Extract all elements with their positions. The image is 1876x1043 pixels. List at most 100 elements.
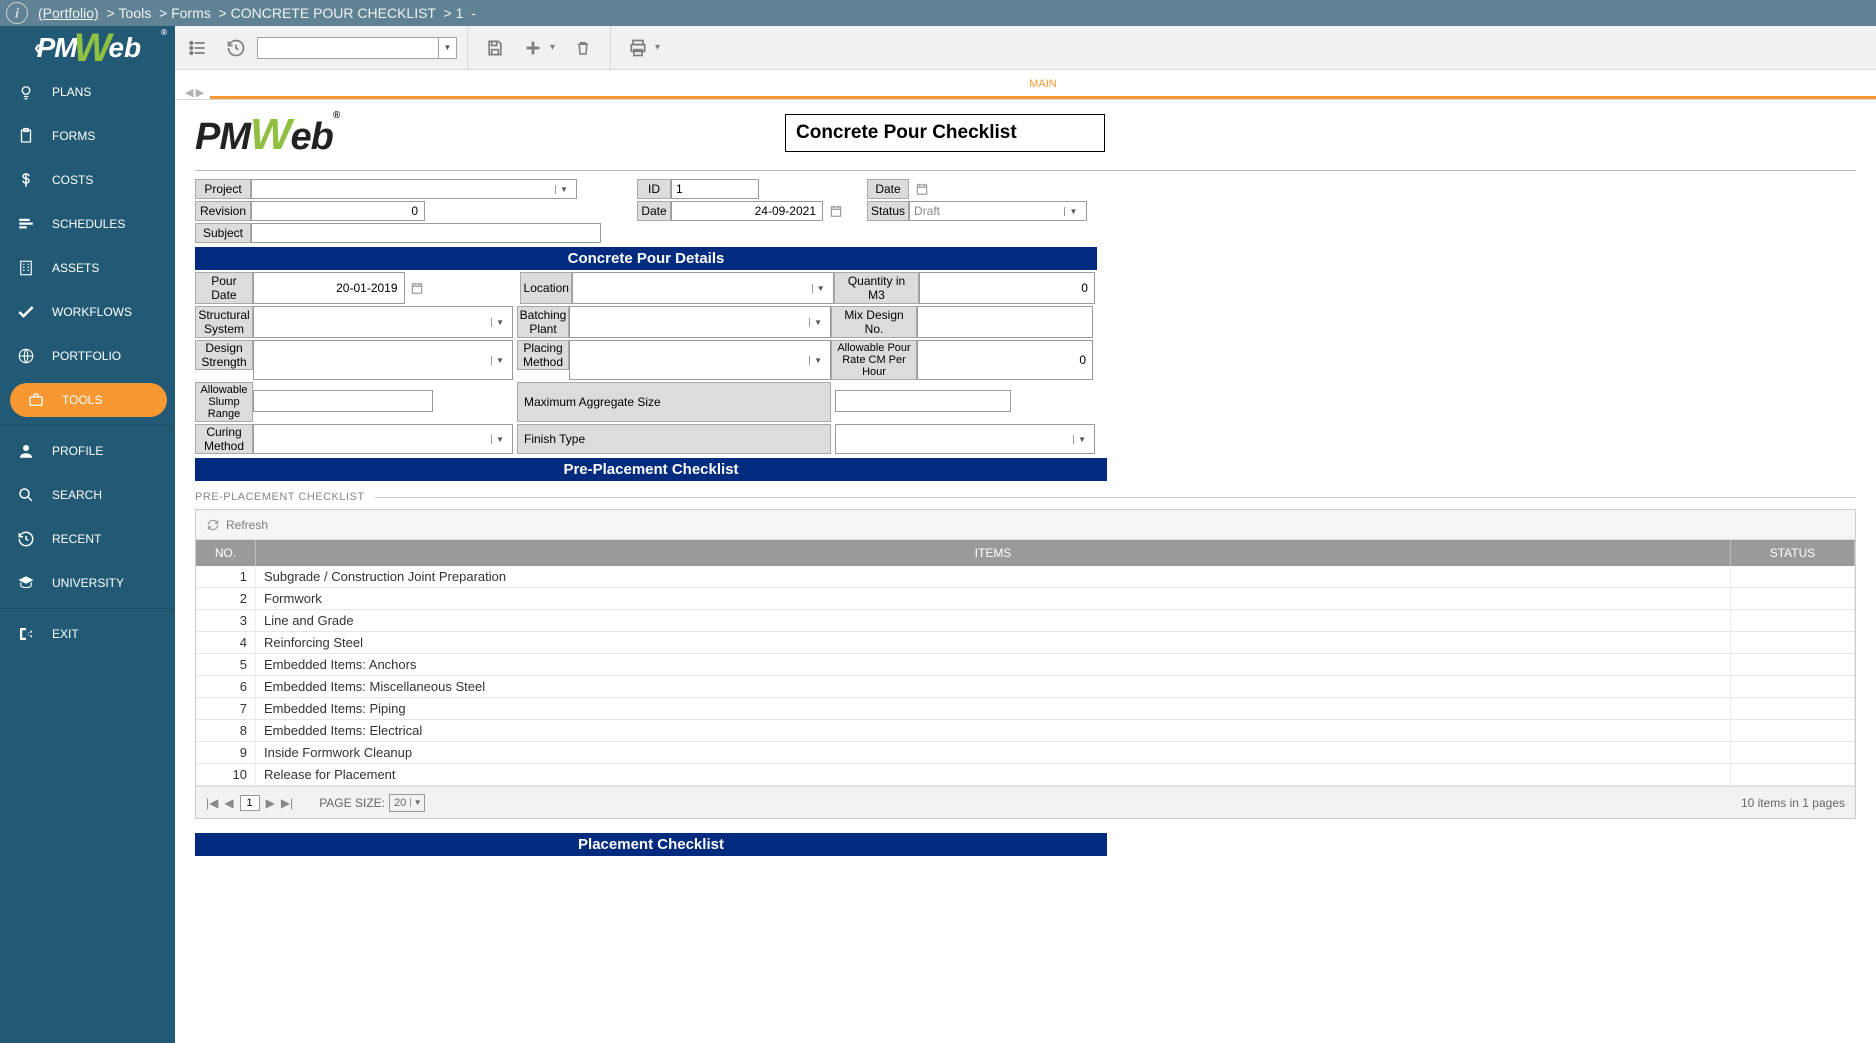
cell-status[interactable]	[1731, 654, 1855, 675]
structural-system-dropdown[interactable]: ▼	[253, 306, 513, 338]
info-icon[interactable]: i	[6, 2, 28, 24]
sidebar-item-recent[interactable]: RECENT	[0, 517, 175, 561]
slump-range-input[interactable]	[253, 390, 433, 412]
col-items[interactable]: ITEMS	[256, 540, 1731, 566]
table-row[interactable]: 8 Embedded Items: Electrical	[196, 720, 1855, 742]
location-dropdown[interactable]: ▼	[572, 272, 833, 304]
cell-status[interactable]	[1731, 632, 1855, 653]
date2-input[interactable]: 24-09-2021	[671, 201, 823, 221]
save-icon[interactable]	[478, 31, 512, 65]
sidebar-item-portfolio[interactable]: PORTFOLIO	[0, 334, 175, 378]
print-icon[interactable]	[621, 31, 655, 65]
print-button[interactable]: ▾	[621, 31, 667, 65]
table-row[interactable]: 2 Formwork	[196, 588, 1855, 610]
chevron-down-icon[interactable]: ▼	[1064, 207, 1082, 216]
pager-prev-icon[interactable]: ◀	[224, 796, 233, 810]
table-row[interactable]: 7 Embedded Items: Piping	[196, 698, 1855, 720]
breadcrumb-tools[interactable]: Tools	[119, 5, 152, 21]
sidebar-item-plans[interactable]: PLANS	[0, 70, 175, 114]
label-id: ID	[637, 179, 671, 199]
mix-design-input[interactable]	[917, 306, 1093, 338]
pour-date-input[interactable]: 20-01-2019	[253, 272, 405, 304]
curing-method-dropdown[interactable]: ▼	[253, 424, 513, 454]
calendar-icon[interactable]	[409, 272, 427, 304]
chevron-down-icon[interactable]: ▼	[491, 435, 508, 444]
breadcrumb-formtype[interactable]: CONCRETE POUR CHECKLIST	[231, 5, 436, 21]
sidebar-item-assets[interactable]: ASSETS	[0, 246, 175, 290]
history-toolbar-icon[interactable]	[219, 31, 253, 65]
pager-page-input[interactable]	[240, 795, 260, 811]
pager-last-icon[interactable]: ▶|	[281, 796, 293, 810]
label-finish-type: Finish Type	[517, 424, 831, 454]
batching-plant-dropdown[interactable]: ▼	[569, 306, 831, 338]
chevron-down-icon[interactable]: ▼	[812, 284, 829, 293]
calendar-icon[interactable]	[913, 179, 931, 199]
table-row[interactable]: 5 Embedded Items: Anchors	[196, 654, 1855, 676]
sidebar-item-schedules[interactable]: SCHEDULES	[0, 202, 175, 246]
chevron-down-icon[interactable]: ▼	[1073, 435, 1090, 444]
project-dropdown[interactable]: ▼	[251, 179, 577, 199]
cell-status[interactable]	[1731, 676, 1855, 697]
label-slump-range: Allowable Slump Range	[195, 382, 253, 422]
chevron-down-icon[interactable]: ▾	[550, 42, 562, 53]
placing-method-dropdown[interactable]: ▼	[569, 340, 831, 380]
table-row[interactable]: 4 Reinforcing Steel	[196, 632, 1855, 654]
sidebar-item-university[interactable]: UNIVERSITY	[0, 561, 175, 605]
cell-status[interactable]	[1731, 698, 1855, 719]
design-strength-dropdown[interactable]: ▼	[253, 340, 513, 380]
cell-status[interactable]	[1731, 742, 1855, 763]
cell-status[interactable]	[1731, 720, 1855, 741]
delete-icon[interactable]	[566, 31, 600, 65]
cell-status[interactable]	[1731, 610, 1855, 631]
allowable-rate-input[interactable]: 0	[917, 340, 1093, 380]
chevron-down-icon[interactable]: ▼	[410, 798, 424, 807]
refresh-icon[interactable]	[206, 518, 220, 532]
chevron-down-icon[interactable]: ▼	[491, 318, 508, 327]
chevron-down-icon[interactable]: ▾	[655, 42, 667, 53]
list-icon[interactable]	[181, 31, 215, 65]
tab-prev-icon[interactable]: ◀	[185, 86, 193, 99]
revision-input[interactable]: 0	[251, 201, 425, 221]
pager-first-icon[interactable]: |◀	[206, 796, 218, 810]
chevron-down-icon[interactable]: ▼	[491, 356, 508, 365]
sidebar-item-exit[interactable]: EXIT	[0, 612, 175, 656]
finish-type-dropdown[interactable]: ▼	[835, 424, 1095, 454]
plus-icon[interactable]	[516, 31, 550, 65]
breadcrumb-portfolio[interactable]: (Portfolio)	[38, 5, 99, 21]
pager-next-icon[interactable]: ▶	[266, 796, 275, 810]
cell-status[interactable]	[1731, 566, 1855, 587]
table-row[interactable]: 10 Release for Placement	[196, 764, 1855, 786]
page-size-select[interactable]: 20▼	[389, 794, 425, 812]
max-agg-input[interactable]	[835, 390, 1011, 412]
sidebar-item-forms[interactable]: FORMS	[0, 114, 175, 158]
cell-status[interactable]	[1731, 588, 1855, 609]
sidebar-item-costs[interactable]: COSTS	[0, 158, 175, 202]
subject-input[interactable]	[251, 223, 601, 243]
refresh-button[interactable]: Refresh	[226, 518, 268, 532]
breadcrumb-id[interactable]: 1	[456, 5, 464, 21]
id-input[interactable]	[671, 179, 759, 199]
sidebar-item-profile[interactable]: PROFILE	[0, 429, 175, 473]
status-dropdown[interactable]: Draft▼	[909, 201, 1087, 221]
chevron-down-icon[interactable]: ▼	[555, 185, 572, 194]
breadcrumb-forms[interactable]: Forms	[171, 5, 211, 21]
add-button[interactable]: ▾	[516, 31, 562, 65]
sidebar-item-tools[interactable]: TOOLS	[10, 383, 167, 417]
tab-main[interactable]: MAIN	[210, 72, 1876, 99]
toolbar-dropdown[interactable]: ▼	[257, 37, 457, 59]
col-status[interactable]: STATUS	[1731, 540, 1855, 566]
table-row[interactable]: 1 Subgrade / Construction Joint Preparat…	[196, 566, 1855, 588]
chevron-down-icon[interactable]: ▼	[809, 356, 826, 365]
tab-next-icon[interactable]: ▶	[195, 86, 203, 99]
calendar-icon[interactable]	[827, 201, 845, 221]
cell-status[interactable]	[1731, 764, 1855, 785]
col-no[interactable]: NO.	[196, 540, 256, 566]
chevron-down-icon[interactable]: ▼	[438, 38, 456, 58]
sidebar-item-search[interactable]: SEARCH	[0, 473, 175, 517]
table-row[interactable]: 9 Inside Formwork Cleanup	[196, 742, 1855, 764]
sidebar-item-workflows[interactable]: WORKFLOWS	[0, 290, 175, 334]
quantity-input[interactable]: 0	[919, 272, 1095, 304]
table-row[interactable]: 6 Embedded Items: Miscellaneous Steel	[196, 676, 1855, 698]
chevron-down-icon[interactable]: ▼	[809, 318, 826, 327]
table-row[interactable]: 3 Line and Grade	[196, 610, 1855, 632]
